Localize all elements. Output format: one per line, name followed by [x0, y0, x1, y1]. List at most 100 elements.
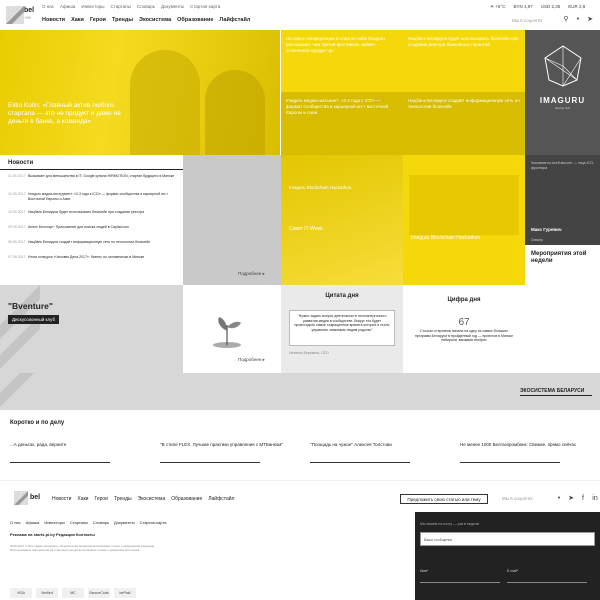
footer-copyright: 2016-2017 © Все права защищены. Перепеча… [10, 544, 156, 552]
top-link[interactable]: О нас [42, 4, 54, 9]
nav-news[interactable]: Новости [52, 496, 71, 502]
name-field[interactable] [420, 582, 500, 583]
quote-author: Наталья Березина, CEO [289, 351, 329, 355]
figure-of-day: Цифра дня 67 Столько стартапов попали на… [403, 285, 525, 373]
telegram-icon[interactable]: ➤ [567, 495, 575, 503]
search-icon[interactable]: ⚲ [562, 16, 570, 24]
footer-link[interactable]: О нас [10, 520, 21, 525]
robot-icon [544, 45, 582, 88]
short-item[interactable]: Не менее 1000 Белгазпромбанк: Свежие, пр… [460, 442, 600, 463]
news-item[interactable]: 10.09.2017 Imaguru медиа-инструмент: «2-3… [8, 192, 178, 201]
footer-link[interactable]: Афиша [26, 520, 40, 525]
nav-education[interactable]: Образование [177, 17, 213, 23]
footer-link[interactable]: Стартап-карта [140, 520, 167, 525]
nav-lifestyle[interactable]: Лайфстайл [219, 17, 250, 23]
news-item[interactable]: 10.09.2017 Нацбанк Беларуси будет использ… [8, 210, 178, 215]
ecosystem-link[interactable]: ЭКОСИСТЕМА БЕЛАРУСИ [520, 388, 584, 394]
figure-number: 67 [458, 317, 470, 328]
short-item[interactable]: "В стиле FLEX. Лучшие практики управлени… [160, 442, 300, 463]
footer-ads-links[interactable]: Реклама на starts.pl.by Редакция Контакт… [10, 532, 95, 537]
nav-hacks[interactable]: Хаки [71, 17, 84, 23]
top-link[interactable]: Стартапы [110, 4, 130, 9]
nav-education[interactable]: Образование [171, 496, 202, 502]
figure-title: Цифра дня [447, 297, 481, 303]
quote-text: "Нужно задать вопрос деятельности техноэ… [289, 310, 395, 346]
main-nav: Новости Хаки Герои Тренды Экосистема Обр… [42, 17, 250, 23]
nav-ecosystem[interactable]: Экосистема [138, 496, 166, 502]
hero-article[interactable]: Elitio Kotin: «Главный актив любого стар… [0, 30, 280, 155]
hackathon-tile[interactable]: Imaguru Blockchain Hackathon Совет IT-We… [281, 155, 403, 285]
rate: USD 2,35 [540, 4, 561, 9]
footer-links: О нас Афиша Инвесторы Стартапы Словарь Д… [10, 520, 166, 525]
weather: ☀ +6°C [490, 4, 506, 9]
top-link[interactable]: Стартап-карта [190, 4, 220, 9]
hero-person [205, 70, 265, 155]
top-link[interactable]: Инвесторы [81, 4, 104, 9]
stripe-decoration [0, 373, 34, 407]
article-tile[interactable]: На пресс-конференции в стартап-хабе Imag… [281, 30, 403, 92]
rate: BYN 1,97 [513, 4, 533, 9]
short-item[interactable]: "Площадь на чужое" Алексея Толстова [310, 442, 450, 463]
email-label: E-mail* [507, 569, 519, 573]
divider [0, 169, 183, 170]
vk-icon[interactable]: • [574, 16, 582, 24]
event-title: Imaguru Blockchain Hackathon [411, 235, 481, 241]
top-link[interactable]: Афиша [60, 4, 75, 9]
speaker-card[interactable]: Чиновник по всей высоте — лица ICO-фронт… [525, 155, 600, 245]
logo-icon[interactable] [6, 6, 24, 24]
quote-of-day: Цитата дня "Нужно задать вопрос деятельн… [281, 285, 403, 373]
nav-ecosystem[interactable]: Экосистема [139, 17, 171, 23]
short-news: Коротко и по делу ...А деньгах, рада, ве… [0, 410, 600, 480]
sprout-icon [213, 317, 241, 348]
linkedin-icon[interactable]: in [591, 495, 599, 503]
footer-brand[interactable]: bel [30, 494, 40, 501]
footer-link[interactable]: Стартапы [70, 520, 88, 525]
footer-social-links: • ➤ f in [555, 495, 599, 503]
social-links: ⚲ • ➤ f in [562, 16, 600, 24]
news-item[interactable]: 08.09.2017 Нацбанк Беларуси создаёт инфор… [8, 240, 178, 245]
top-link[interactable]: Документы [161, 4, 184, 9]
footer-link[interactable]: Документы [114, 520, 135, 525]
nav-trends[interactable]: Тренды [112, 17, 133, 23]
email-field[interactable] [507, 582, 587, 583]
news-item[interactable]: 09.09.2017 Анонс Белстарт: Приложение для… [8, 225, 178, 230]
nav-heroes[interactable]: Герои [90, 17, 106, 23]
hero-caption: Elitio Kotin: «Главный актив любого стар… [8, 102, 121, 125]
nav-news[interactable]: Новости [42, 17, 65, 23]
social-caption: Мы в соцсетях [512, 18, 543, 23]
news-item[interactable]: 07.09.2017 Итоги конкурса «Человек Дела 2… [8, 255, 178, 260]
short-item[interactable]: ...А деньгах, рада, верните [10, 442, 150, 463]
nav-heroes[interactable]: Герои [94, 496, 108, 502]
nav-trends[interactable]: Тренды [114, 496, 132, 502]
facebook-icon[interactable]: f [579, 495, 587, 503]
plant-more-link[interactable]: Подробнее ▸ [238, 357, 265, 363]
quote-title: Цитата дня [325, 293, 359, 299]
article-tile[interactable]: Imaguru медиа-шатьинет: «2-3 года к ICO»… [281, 92, 403, 155]
news-section: Новости 11.09.2017 Вызывают для меньшинст… [0, 155, 183, 285]
footer-nav: bel Новости Хаки Герои Тренды Экосистема… [0, 480, 600, 512]
event-tile[interactable]: Imaguru Blockchain Hackathon [403, 155, 525, 285]
brand[interactable]: bel +99 [24, 7, 34, 21]
vk-icon[interactable]: • [555, 495, 563, 503]
news-title: Новости [8, 160, 34, 166]
logo-icon[interactable] [14, 491, 28, 505]
footer-link[interactable]: Словарь [93, 520, 109, 525]
top-link[interactable]: Словарь [137, 4, 155, 9]
message-input[interactable]: Ваше сообщение [420, 532, 595, 546]
article-tile[interactable]: Нацбанк Беларуси создаёт информационную … [403, 92, 525, 155]
footer-main-nav: Новости Хаки Герои Тренды Экосистема Обр… [52, 496, 234, 502]
plant-card[interactable] [183, 285, 281, 373]
name-label: Имя* [420, 569, 429, 573]
imaguru-banner[interactable]: IMAGURU startup hub [525, 30, 600, 155]
divider [520, 395, 592, 396]
telegram-icon[interactable]: ➤ [586, 16, 594, 24]
nav-lifestyle[interactable]: Лайфстайл [208, 496, 234, 502]
nav-hacks[interactable]: Хаки [77, 496, 88, 502]
news-more-link[interactable]: Подробнее ▸ [238, 271, 265, 277]
events-link[interactable]: Мероприятия этой недели [525, 245, 600, 285]
bventure-card[interactable]: "Bventure" Дискуссионный клуб [0, 285, 183, 373]
suggest-article-button[interactable]: Предложить свою статью или тему [400, 494, 488, 504]
footer-link[interactable]: Инвесторы [44, 520, 65, 525]
article-tile[interactable]: Нацбанк Беларуси будет использовать блок… [403, 30, 525, 92]
news-item[interactable]: 11.09.2017 Вызывают для меньшинства в IT:… [8, 174, 178, 179]
